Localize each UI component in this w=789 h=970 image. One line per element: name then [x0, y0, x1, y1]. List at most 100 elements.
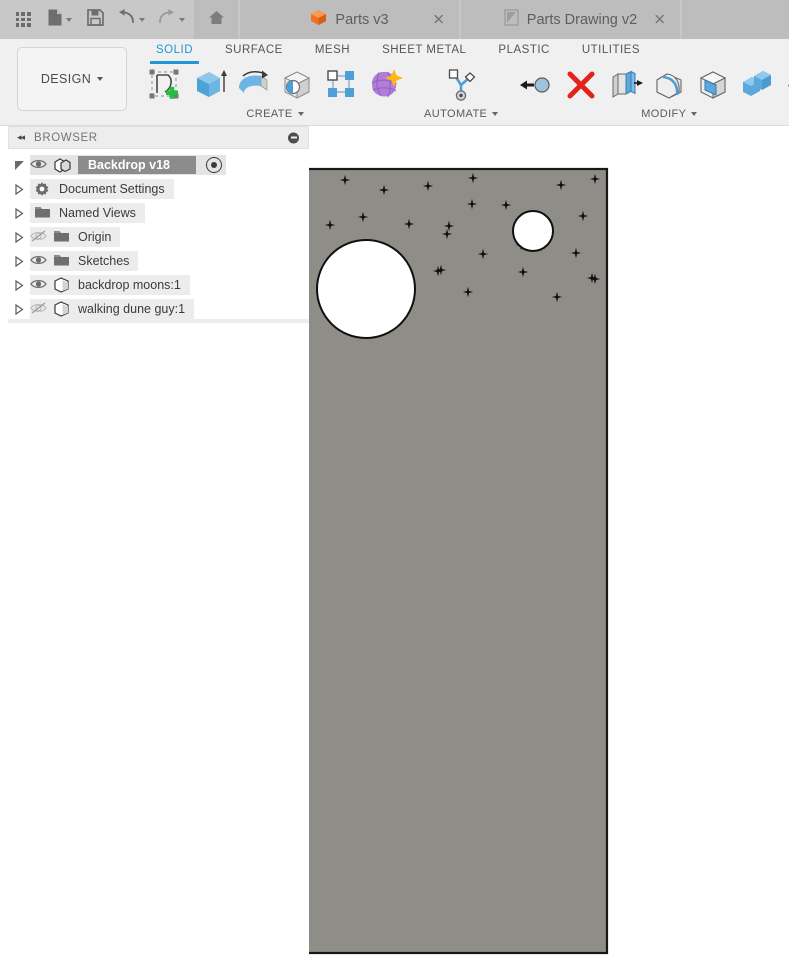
tree-root-label: Backdrop v18 — [78, 156, 196, 174]
minus-circle-icon[interactable] — [288, 132, 299, 143]
folder-icon — [34, 205, 53, 222]
undo-icon — [117, 9, 136, 30]
tree-item-label: Sketches — [78, 254, 130, 268]
visibility-eye-off-icon[interactable] — [30, 302, 47, 316]
browser-title: BROWSER — [34, 131, 98, 144]
revolve-icon[interactable] — [234, 66, 272, 104]
redo-icon — [157, 9, 176, 30]
split-body-icon[interactable] — [782, 66, 789, 104]
close-icon[interactable]: ✕ — [653, 12, 666, 27]
offset-face-icon[interactable] — [606, 66, 644, 104]
component-icon — [53, 157, 72, 174]
expand-twisty-icon[interactable] — [8, 255, 30, 267]
chevron-down-icon — [179, 17, 185, 22]
visibility-eye-off-icon[interactable] — [30, 230, 47, 244]
tab-utilities[interactable]: UTILITIES — [566, 39, 656, 61]
tree-item-label: Named Views — [59, 206, 136, 220]
tree-item-label: backdrop moons:1 — [78, 278, 181, 292]
visibility-eye-icon[interactable] — [30, 254, 47, 268]
visibility-eye-icon[interactable] — [30, 158, 47, 172]
chevron-down-icon — [97, 77, 104, 81]
body-icon — [53, 276, 72, 294]
create-sketch-icon[interactable] — [146, 66, 184, 104]
undo-button[interactable] — [112, 4, 150, 36]
tab-surface[interactable]: SURFACE — [209, 39, 299, 61]
redo-button[interactable] — [152, 4, 190, 36]
save-button[interactable] — [80, 4, 110, 36]
form-icon[interactable] — [366, 66, 404, 104]
automate-icon[interactable] — [442, 66, 480, 104]
tab-label: SURFACE — [225, 44, 283, 56]
tree-row-sketches[interactable]: Sketches — [8, 251, 309, 271]
home-tab[interactable] — [194, 0, 238, 39]
chevron-down-icon — [492, 112, 499, 116]
expand-twisty-icon[interactable] — [8, 160, 30, 170]
drawing-sheet-icon — [504, 9, 519, 30]
large-moon-cutout[interactable] — [316, 239, 416, 339]
press-pull-icon[interactable] — [518, 66, 556, 104]
browser-header[interactable]: ◂◂ BROWSER — [8, 126, 309, 149]
new-document-button[interactable] — [40, 4, 78, 36]
panel-create-label[interactable]: CREATE — [246, 108, 304, 120]
tree-row-document-settings[interactable]: Document Settings — [8, 179, 309, 199]
ribbon-tab-strip: SOLID SURFACE MESH SHEET METAL PLASTIC U… — [140, 39, 656, 64]
home-icon — [208, 10, 225, 30]
design-viewport[interactable] — [309, 126, 789, 970]
panel-modify-tools — [518, 61, 789, 107]
chevron-down-icon — [691, 112, 698, 116]
tree-item-label: walking dune guy:1 — [78, 302, 186, 316]
expand-twisty-icon[interactable] — [8, 207, 30, 219]
tree-row-walking-dune-guy[interactable]: walking dune guy:1 — [8, 299, 309, 319]
expand-twisty-icon[interactable] — [8, 279, 30, 291]
panel-label-text: AUTOMATE — [424, 108, 488, 120]
folder-icon — [53, 253, 72, 270]
ribbon-panel-row: CREATE AUTOMATE MODIFY — [140, 61, 789, 125]
tree-row-backdrop-v18[interactable]: Backdrop v18 — [8, 155, 309, 175]
shell-icon[interactable] — [694, 66, 732, 104]
panel-create: CREATE — [140, 61, 410, 120]
chevron-down-icon — [297, 112, 304, 116]
tree-item-label: Document Settings — [59, 182, 165, 196]
expand-twisty-icon[interactable] — [8, 231, 30, 243]
browser-tree: Backdrop v18 Document Settings Named Vie… — [8, 149, 309, 319]
expand-twisty-icon[interactable] — [8, 183, 30, 195]
app-grid-button[interactable] — [8, 4, 38, 36]
panel-modify-label[interactable]: MODIFY — [641, 108, 698, 120]
extrude-icon[interactable] — [190, 66, 228, 104]
backdrop-part-graphic — [309, 167, 609, 955]
rectangular-pattern-icon[interactable] — [322, 66, 360, 104]
document-tab-parts-drawing-v2[interactable]: Parts Drawing v2 ✕ — [461, 0, 680, 39]
collapse-left-icon[interactable]: ◂◂ — [17, 132, 25, 143]
hole-icon[interactable] — [278, 66, 316, 104]
tab-plastic[interactable]: PLASTIC — [482, 39, 565, 61]
visibility-eye-icon[interactable] — [30, 278, 47, 292]
active-component-radio[interactable] — [205, 157, 222, 173]
tab-solid[interactable]: SOLID — [140, 39, 209, 64]
document-tab-label: Parts Drawing v2 — [526, 11, 638, 28]
tab-mesh[interactable]: MESH — [299, 39, 366, 61]
document-tab-parts-v3[interactable]: Parts v3 ✕ — [240, 0, 459, 39]
small-moon-cutout[interactable] — [512, 210, 554, 252]
panel-create-tools — [146, 61, 404, 107]
document-tab-label: Parts v3 — [335, 11, 389, 28]
tree-row-backdrop-moons[interactable]: backdrop moons:1 — [8, 275, 309, 295]
tree-row-named-views[interactable]: Named Views — [8, 203, 309, 223]
folder-icon — [53, 229, 72, 246]
app-grid-icon — [15, 12, 31, 27]
tab-label: SHEET METAL — [382, 44, 467, 56]
close-icon[interactable]: ✕ — [432, 12, 445, 27]
orange-cube-icon — [310, 9, 327, 30]
fillet-icon[interactable] — [650, 66, 688, 104]
combine-icon[interactable] — [738, 66, 776, 104]
tab-sheet-metal[interactable]: SHEET METAL — [366, 39, 482, 61]
panel-automate: AUTOMATE — [418, 61, 504, 120]
tree-row-origin[interactable]: Origin — [8, 227, 309, 247]
expand-twisty-icon[interactable] — [8, 303, 30, 315]
chevron-down-icon — [65, 17, 72, 22]
workspace-selector[interactable]: DESIGN — [17, 47, 127, 111]
panel-automate-label[interactable]: AUTOMATE — [424, 108, 499, 120]
tab-label: SOLID — [156, 44, 194, 56]
delete-icon[interactable] — [562, 66, 600, 104]
title-bar: Parts v3 ✕ Parts Drawing v2 ✕ — [0, 0, 789, 39]
new-tab-area[interactable] — [682, 0, 789, 39]
